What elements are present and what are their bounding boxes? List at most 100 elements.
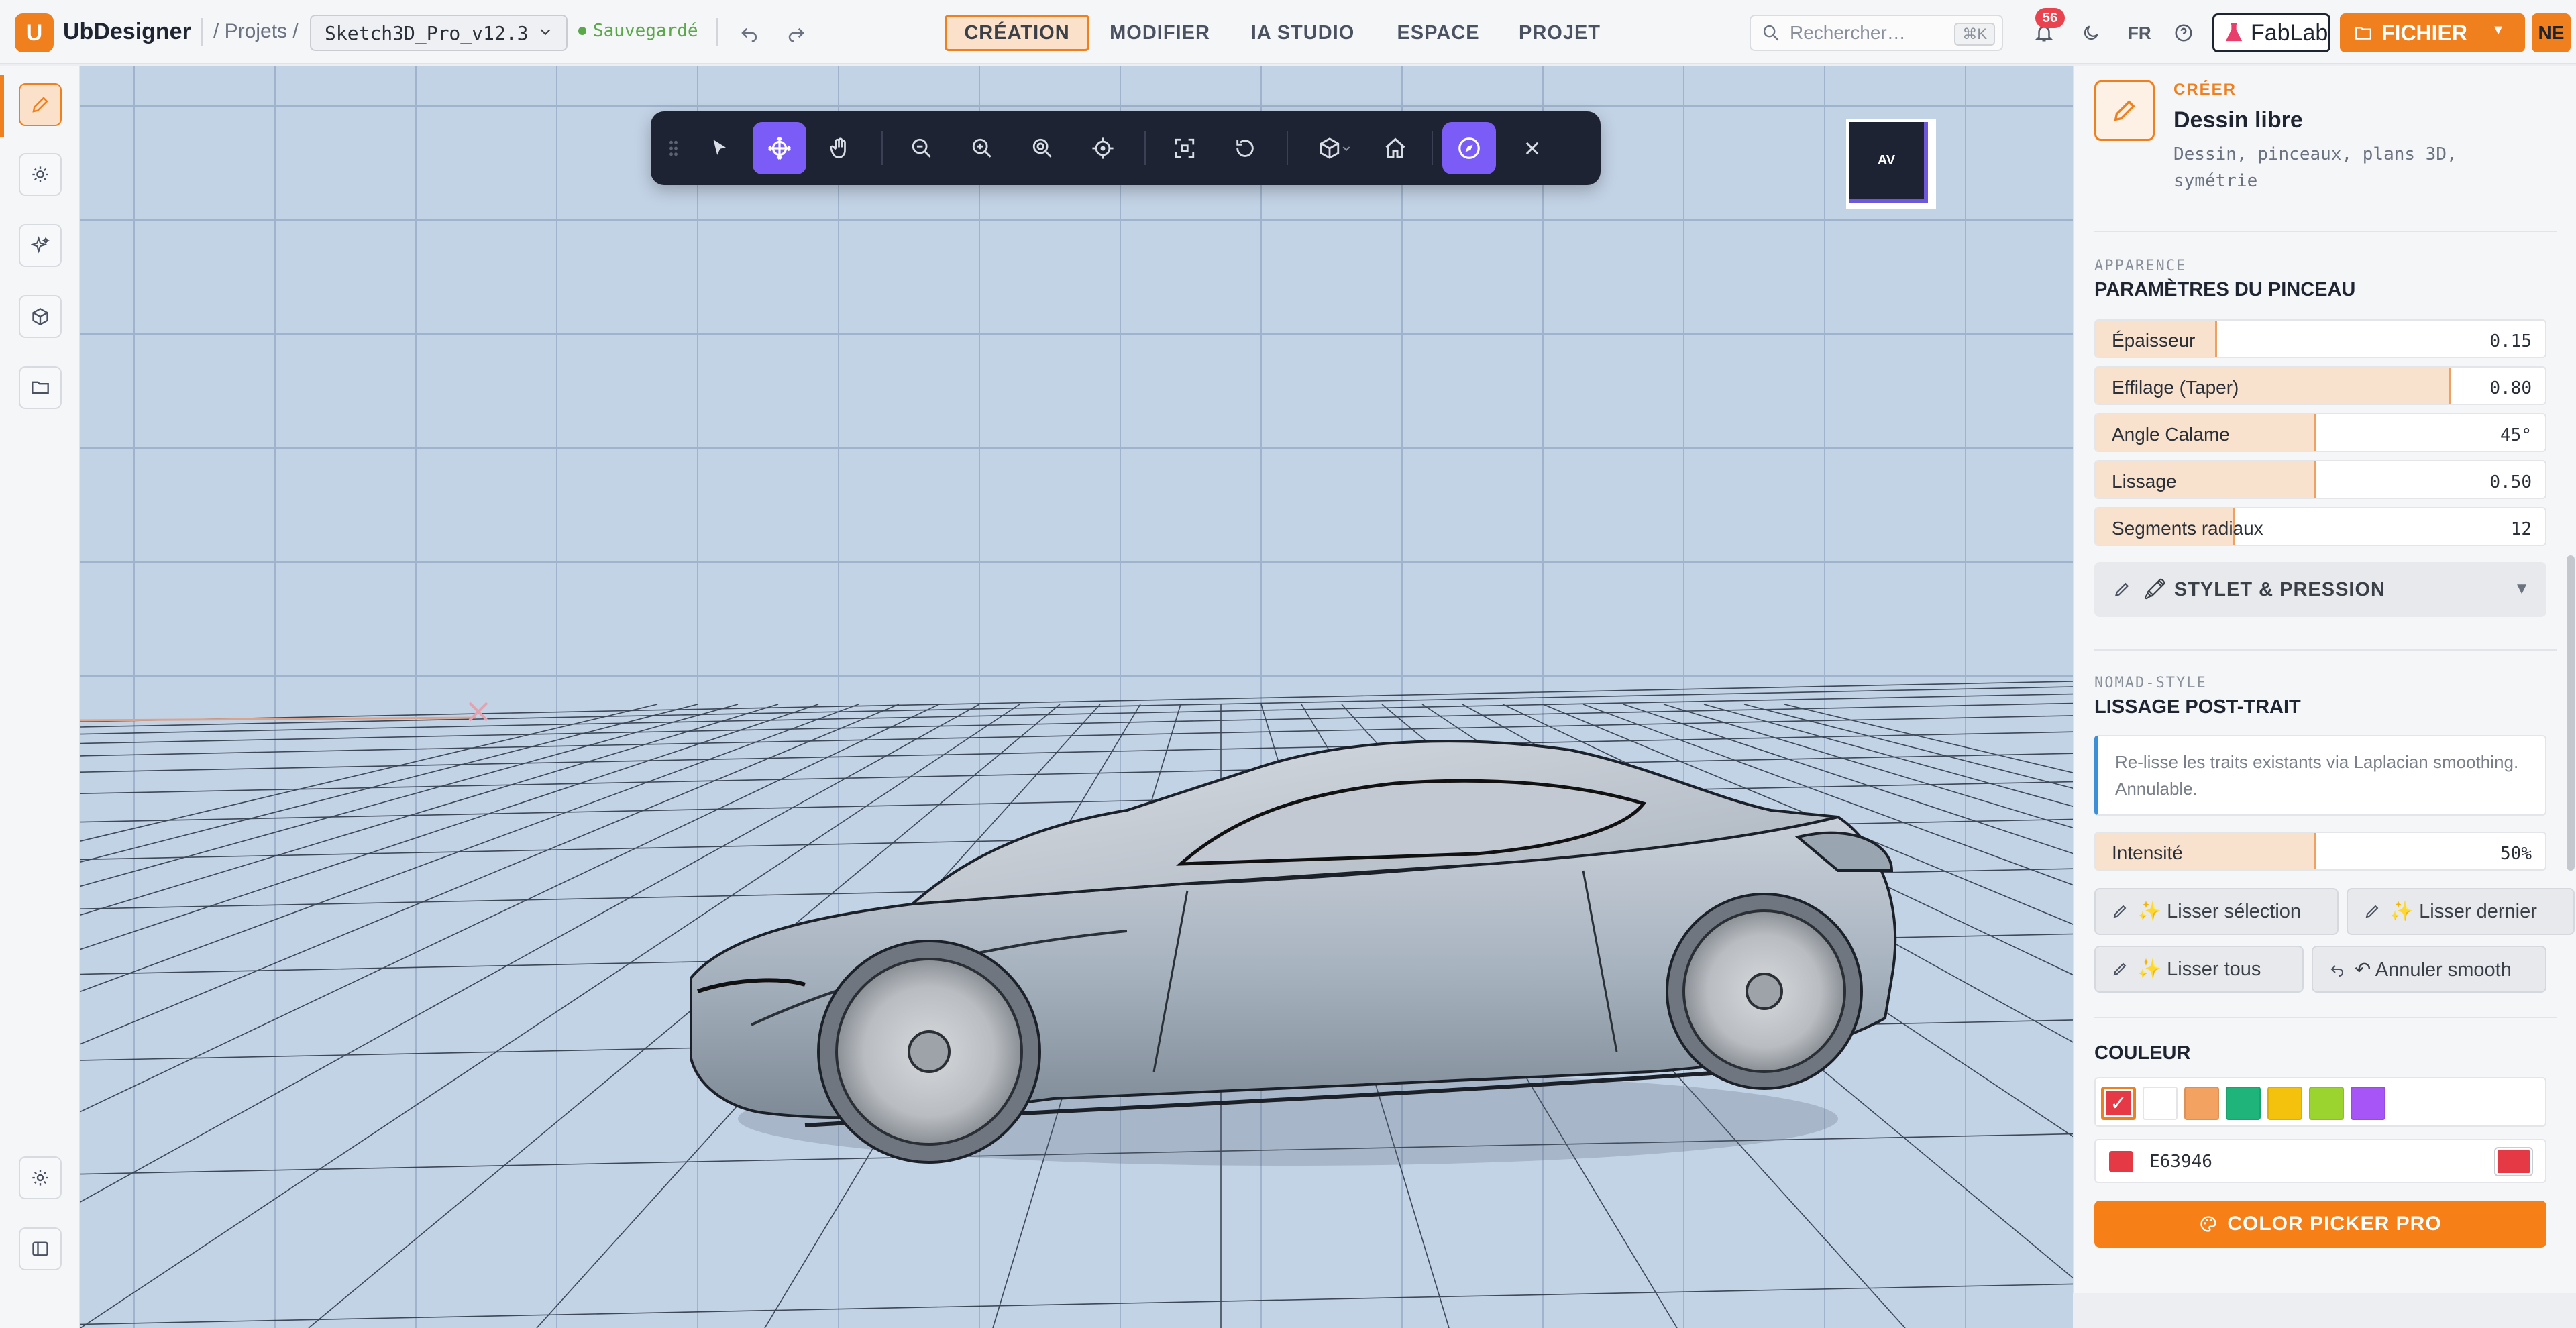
- slider-epaisseur[interactable]: Épaisseur 0.15: [2094, 319, 2546, 358]
- swatch-white[interactable]: [2143, 1087, 2178, 1120]
- brush-icon: [2114, 582, 2129, 597]
- toolbar-drag-handle[interactable]: [660, 122, 687, 174]
- tool-zoom-in[interactable]: [955, 122, 1009, 174]
- slider-label: Segments radiaux: [2112, 518, 2263, 539]
- slider-intensite[interactable]: Intensité 50%: [2094, 832, 2546, 871]
- rail-sidebar-toggle-button[interactable]: [19, 1227, 62, 1270]
- tool-home[interactable]: [1368, 122, 1422, 174]
- breadcrumb-projects[interactable]: / Projets /: [213, 20, 299, 43]
- tool-frame-selection[interactable]: [1158, 122, 1212, 174]
- saved-dot-icon: [578, 27, 586, 35]
- smooth-selection-button[interactable]: ✨ Lisser sélection: [2094, 888, 2339, 935]
- stylus-section-label: 🖍 STYLET & PRESSION: [2143, 579, 2385, 600]
- app-logo[interactable]: U: [15, 13, 54, 52]
- color-picker-pro-button[interactable]: COLOR PICKER PRO: [2094, 1201, 2546, 1248]
- tool-move-gizmo[interactable]: [753, 122, 806, 174]
- redo-button[interactable]: [781, 17, 812, 48]
- hex-color-field[interactable]: E63946: [2094, 1139, 2546, 1183]
- panel-scrollbar[interactable]: [2567, 555, 2575, 871]
- smooth-selection-label: ✨ Lisser sélection: [2137, 901, 2302, 922]
- appearance-eyebrow: APPARENCE: [2094, 258, 2187, 274]
- ground-grid-line: [80, 686, 2073, 728]
- caret-down-icon: ▼: [2491, 23, 2505, 38]
- smooth-last-button[interactable]: ✨ Lisser dernier: [2347, 888, 2575, 935]
- 3d-viewport[interactable]: AV: [80, 66, 2073, 1328]
- slider-segments-radiaux[interactable]: Segments radiaux 12: [2094, 507, 2546, 546]
- tab-creation[interactable]: CRÉATION: [945, 15, 1089, 51]
- fablab-button[interactable]: FabLab: [2212, 13, 2330, 52]
- hex-value[interactable]: E63946: [2149, 1152, 2212, 1172]
- brush-settings-title: PARAMÈTRES DU PINCEAU: [2094, 279, 2356, 300]
- swatch-green[interactable]: [2226, 1087, 2261, 1120]
- ground-grid-line: [80, 704, 739, 887]
- rail-settings-button[interactable]: [19, 1156, 62, 1199]
- tool-focus-target[interactable]: [1076, 122, 1130, 174]
- language-switch[interactable]: FR: [2128, 23, 2151, 44]
- view-cube[interactable]: AV: [1846, 119, 1936, 209]
- car-model[interactable]: [690, 740, 1897, 1166]
- tab-espace[interactable]: ESPACE: [1389, 15, 1488, 51]
- project-selector[interactable]: Sketch3D_Pro_v12.3: [310, 15, 568, 51]
- viewport-toolbar: [651, 111, 1601, 185]
- tab-modifier[interactable]: MODIFIER: [1097, 15, 1222, 51]
- slider-label: Angle Calame: [2112, 424, 2230, 445]
- ground-grid-line: [80, 704, 658, 842]
- mode-description: Dessin, pinceaux, plans 3D, symétrie: [2174, 144, 2457, 191]
- smoothing-eyebrow: NOMAD-STYLE: [2094, 675, 2207, 691]
- swatch-orange[interactable]: [2184, 1087, 2219, 1120]
- swatch-purple[interactable]: [2351, 1087, 2385, 1120]
- top-bar: U UbDesigner / Projets / Sketch3D_Pro_v1…: [0, 0, 2576, 64]
- tab-ia-studio[interactable]: IA STUDIO: [1240, 15, 1366, 51]
- rail-light-button[interactable]: [19, 153, 62, 196]
- tool-navigation-compass[interactable]: [1442, 122, 1496, 174]
- check-icon: ✓: [2110, 1092, 2127, 1115]
- slider-lissage[interactable]: Lissage 0.50: [2094, 460, 2546, 499]
- undo-smooth-button[interactable]: ↶ Annuler smooth: [2312, 946, 2546, 993]
- slider-angle-calame[interactable]: Angle Calame 45°: [2094, 413, 2546, 452]
- slider-effilage[interactable]: Effilage (Taper) 0.80: [2094, 366, 2546, 405]
- stylus-pressure-section[interactable]: 🖍 STYLET & PRESSION ▼: [2094, 562, 2546, 617]
- drag-handle-icon: [669, 140, 678, 156]
- tool-zoom-out[interactable]: [895, 122, 949, 174]
- project-name: Sketch3D_Pro_v12.3: [325, 21, 529, 44]
- view-cube-face[interactable]: AV: [1849, 122, 1928, 203]
- tab-projet[interactable]: PROJET: [1508, 15, 1611, 51]
- left-tool-rail: [0, 66, 80, 1328]
- properties-panel: CRÉER Dessin libre Dessin, pinceaux, pla…: [2073, 66, 2576, 1293]
- rail-files-button[interactable]: [19, 366, 62, 409]
- rail-3d-button[interactable]: [19, 295, 62, 338]
- help-icon: [2175, 24, 2192, 42]
- mode-eyebrow: CRÉER: [2174, 80, 2237, 99]
- toolbar-divider: [1432, 131, 1433, 165]
- tool-view-cube-menu[interactable]: [1301, 122, 1368, 174]
- slider-label: Épaisseur: [2112, 330, 2196, 351]
- theme-toggle-button[interactable]: [2076, 17, 2106, 48]
- native-color-picker[interactable]: [2496, 1148, 2532, 1175]
- divider: [2094, 231, 2557, 232]
- swatch-yellow[interactable]: [2267, 1087, 2302, 1120]
- swatch-red[interactable]: ✓: [2101, 1087, 2136, 1120]
- tool-pan[interactable]: [813, 122, 867, 174]
- search-placeholder: Rechercher…: [1790, 22, 1906, 43]
- scene-canvas[interactable]: [80, 66, 2073, 1328]
- avatar[interactable]: NE: [2532, 13, 2571, 52]
- undo-button[interactable]: [734, 17, 765, 48]
- rail-ai-button[interactable]: [19, 224, 62, 267]
- smoothing-info-note: Re-lisse les traits existants via Laplac…: [2094, 735, 2546, 816]
- chevron-down-icon: [538, 24, 553, 43]
- tool-select[interactable]: [692, 122, 746, 174]
- smooth-all-button[interactable]: ✨ Lisser tous: [2094, 946, 2304, 993]
- help-button[interactable]: [2168, 17, 2199, 48]
- search-input[interactable]: Rechercher… ⌘K: [1750, 15, 2003, 51]
- expand-caret-icon: ▼: [2514, 579, 2530, 598]
- fichier-menu-button[interactable]: FICHIER ▼: [2340, 13, 2525, 52]
- slider-value: 0.15: [2489, 331, 2532, 351]
- tool-reset-view[interactable]: [1218, 122, 1272, 174]
- palette-icon: [2200, 1216, 2216, 1232]
- toolbar-close-button[interactable]: [1505, 122, 1559, 174]
- fichier-label: FICHIER: [2381, 20, 2467, 45]
- swatch-lime[interactable]: [2309, 1087, 2344, 1120]
- rail-draw-button[interactable]: [19, 83, 62, 126]
- tool-zoom-fit[interactable]: [1016, 122, 1069, 174]
- flask-icon: [2225, 23, 2243, 42]
